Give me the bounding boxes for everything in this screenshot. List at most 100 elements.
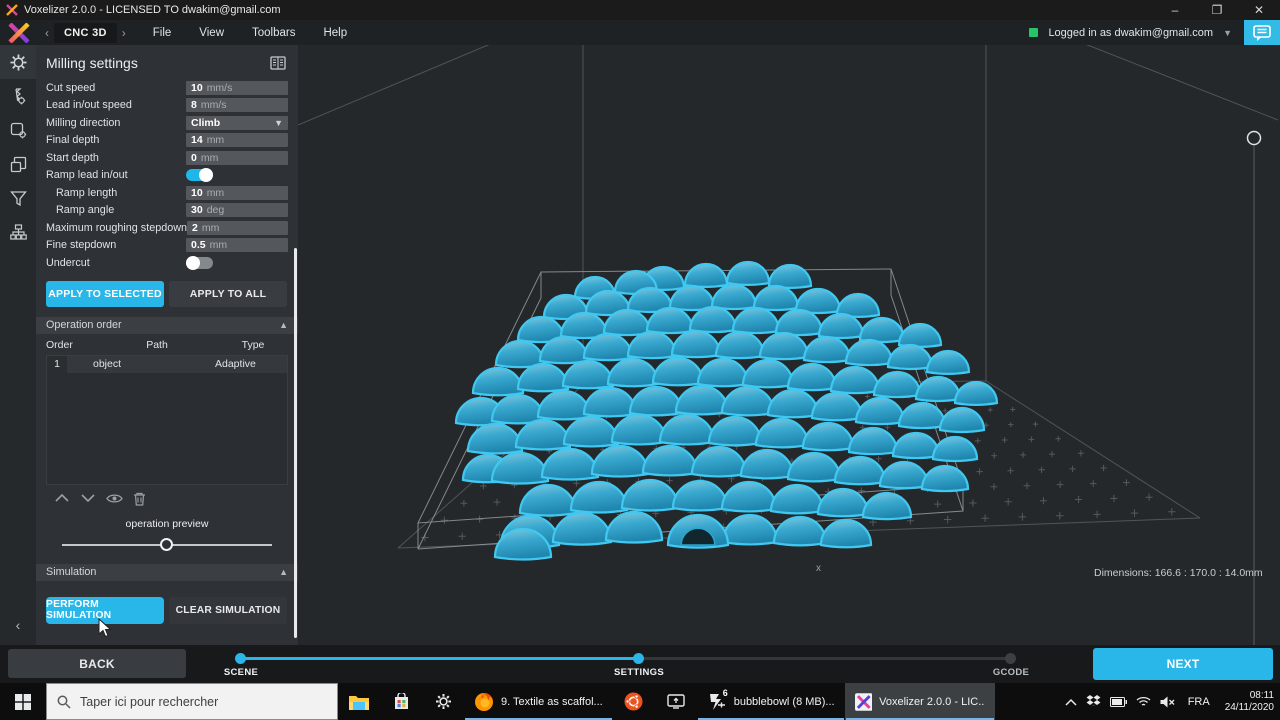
battery-icon[interactable] (1109, 696, 1127, 707)
workspace-next-icon[interactable]: › (117, 26, 131, 40)
back-button[interactable]: BACK (8, 649, 186, 678)
taskbar-app-voxelizer[interactable]: Voxelizer 2.0.0 - LIC... (844, 683, 995, 720)
max-roughing-stepdown-input[interactable]: 2 mm (187, 220, 288, 235)
dome (786, 362, 838, 392)
chevron-down-icon: ▼ (274, 117, 283, 128)
start-button[interactable] (0, 683, 46, 720)
volume-muted-icon[interactable] (1160, 696, 1175, 708)
ramp-angle-input[interactable]: 30 deg (186, 203, 288, 218)
dome (696, 357, 750, 388)
slider-knob[interactable] (160, 537, 173, 551)
file-explorer-button[interactable] (338, 683, 380, 720)
simulation-header[interactable]: Simulation ▲ (36, 563, 298, 581)
field-row: Undercut (36, 254, 298, 272)
sidebar-item-layers[interactable] (0, 147, 36, 181)
tray-expand-chevron-icon[interactable] (1065, 698, 1077, 706)
sidebar-item-milling-tool[interactable] (0, 79, 36, 113)
operation-order-header[interactable]: Operation order ▲ (36, 316, 298, 334)
tool-sidebar: ‹ (0, 45, 36, 645)
apply-to-selected-button[interactable]: APPLY TO SELECTED (46, 280, 164, 307)
dome (816, 487, 870, 518)
settings-button[interactable] (422, 683, 464, 720)
dropbox-icon[interactable] (1086, 694, 1101, 709)
minimize-button[interactable]: – (1154, 0, 1196, 20)
taskbar-app-display[interactable] (655, 683, 697, 720)
step-scene-label: SCENE (223, 667, 259, 678)
collapse-panel-button[interactable]: ‹ (0, 613, 36, 637)
maximize-button[interactable]: ❐ (1196, 0, 1238, 20)
taskbar-clock[interactable]: 08:11 24/11/2020 (1223, 690, 1274, 714)
filter-icon (9, 190, 27, 206)
next-button[interactable]: NEXT (1093, 648, 1273, 680)
clear-simulation-button[interactable]: CLEAR SIMULATION (169, 596, 287, 624)
dome (604, 510, 664, 544)
voxelizer-window: Voxelizer 2.0.0 - LICENSED TO dwakim@gma… (0, 0, 1280, 720)
menu-view[interactable]: View (185, 27, 238, 39)
dome (606, 357, 660, 388)
sidebar-item-settings[interactable] (0, 45, 36, 79)
field-row: Maximum roughing stepdown 2 mm (36, 219, 298, 237)
screen-share-icon (667, 694, 685, 709)
move-down-button[interactable] (80, 492, 96, 504)
dome (628, 385, 684, 417)
menu-toolbars[interactable]: Toolbars (238, 27, 309, 39)
dome (897, 322, 943, 348)
dome (886, 343, 934, 371)
dome (786, 451, 842, 483)
account-label[interactable]: Logged in as dwakim@gmail.com (1048, 27, 1213, 39)
chevron-down-icon[interactable]: ▼ (1223, 28, 1232, 38)
x-axis-label: x (816, 563, 821, 574)
menu-file[interactable]: File (139, 27, 186, 39)
panel-scrollbar[interactable] (294, 248, 297, 638)
visibility-eye-button[interactable] (106, 492, 123, 505)
dome (872, 370, 922, 399)
dome (561, 359, 615, 390)
voxelizer-logo-icon (8, 22, 30, 43)
3d-viewport[interactable]: x Dimensions: 166.6 : 170.0 : 14.0mm (298, 45, 1280, 645)
milling-direction-select[interactable]: Climb ▼ (186, 115, 288, 130)
workspace-prev-icon[interactable]: ‹ (40, 26, 54, 40)
cut-speed-input[interactable]: 10 mm/s (186, 80, 288, 95)
language-indicator[interactable]: FRA (1184, 696, 1214, 708)
sidebar-item-filter[interactable] (0, 181, 36, 215)
store-bag-icon (394, 693, 408, 709)
undercut-toggle[interactable] (186, 255, 213, 270)
dome (725, 260, 771, 286)
taskbar-search-input[interactable]: Taper ici pour rechercher (46, 683, 338, 720)
ramp-lead-toggle[interactable] (186, 168, 213, 183)
start-depth-input[interactable]: 0 mm (186, 150, 288, 165)
ramp-length-input[interactable]: 10 mm (186, 185, 288, 200)
field-row: Start depth 0 mm (36, 149, 298, 167)
final-depth-input[interactable]: 14 mm (186, 133, 288, 148)
table-row[interactable]: 1 object Adaptive (47, 355, 287, 373)
dome (720, 480, 778, 513)
taskbar-app-ubuntu[interactable] (613, 683, 655, 720)
fine-stepdown-input[interactable]: 0.5 mm (186, 238, 288, 253)
dome (551, 511, 613, 546)
dome (466, 422, 524, 455)
menu-help[interactable]: Help (309, 27, 361, 39)
move-up-button[interactable] (54, 492, 70, 504)
step-scene-dot[interactable] (235, 653, 246, 664)
taskbar-app-firefox[interactable]: 9. Textile as scaffol... (464, 683, 613, 720)
operation-preview-slider[interactable] (62, 532, 272, 558)
sidebar-item-hierarchy[interactable] (0, 215, 36, 249)
step-settings-dot[interactable] (633, 653, 644, 664)
microsoft-store-button[interactable] (380, 683, 422, 720)
gear-icon (10, 54, 26, 70)
step-gcode-dot[interactable] (1005, 653, 1016, 664)
layers-icon (10, 156, 26, 172)
dome (802, 335, 852, 364)
apply-to-all-button[interactable]: APPLY TO ALL (169, 280, 287, 307)
sidebar-item-object-settings[interactable] (0, 113, 36, 147)
field-row: Lead in/out speed 8 mm/s (36, 97, 298, 115)
lead-speed-input[interactable]: 8 mm/s (186, 98, 288, 113)
workspace-selector[interactable]: CNC 3D (54, 22, 117, 43)
presets-book-icon[interactable] (270, 56, 286, 70)
window-title: Voxelizer 2.0.0 - LICENSED TO dwakim@gma… (24, 4, 281, 16)
close-button[interactable]: ✕ (1238, 0, 1280, 20)
wifi-icon[interactable] (1136, 696, 1151, 707)
feedback-button[interactable] (1244, 20, 1280, 45)
taskbar-app-bubblebowl[interactable]: 6 bubblebowl (8 MB)... (697, 683, 845, 720)
delete-trash-button[interactable] (133, 492, 146, 506)
